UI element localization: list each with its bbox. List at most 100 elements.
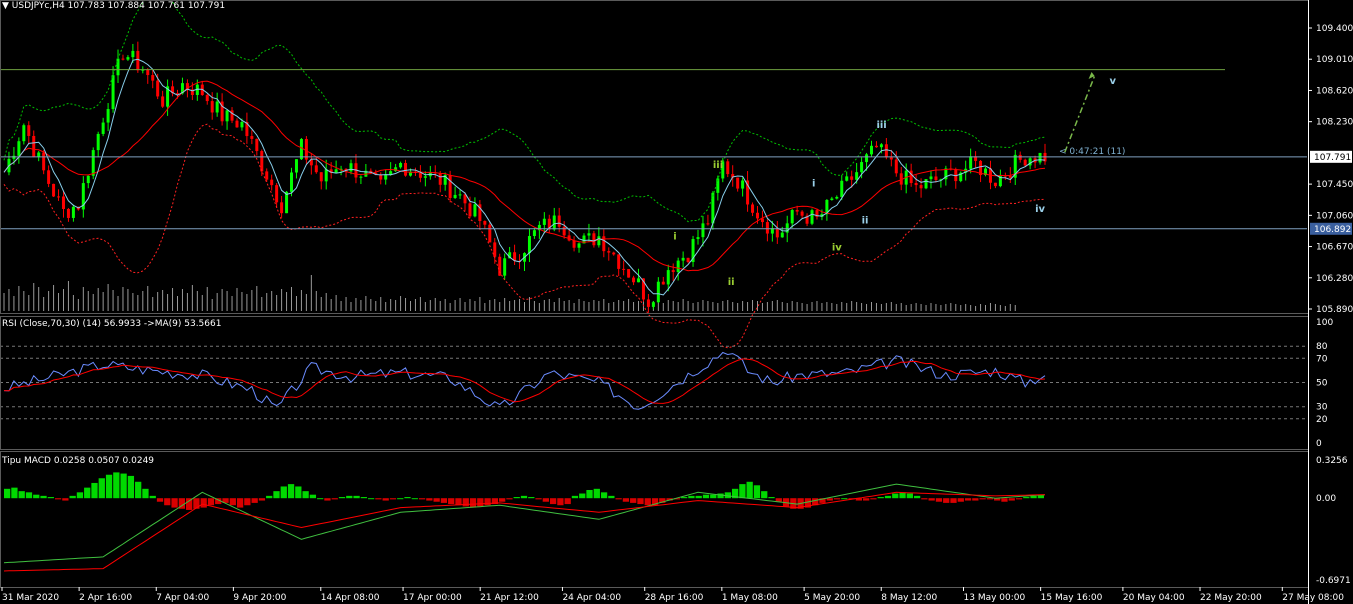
- candle-body: [845, 176, 849, 181]
- candle-body: [12, 155, 16, 159]
- rsi-tick-label: 20: [1316, 415, 1328, 425]
- candle-body: [627, 269, 631, 278]
- candle-body: [488, 224, 492, 243]
- ohlc-values: 107.783 107.884 107.761 107.791: [67, 1, 226, 11]
- macd-histogram-bar: [135, 481, 142, 499]
- candle-body: [592, 233, 596, 246]
- candle-body: [96, 133, 100, 151]
- x-tick-label: 1 May 08:00: [722, 593, 778, 603]
- wave-label: iv: [1035, 204, 1045, 215]
- macd-histogram-bar: [637, 498, 644, 505]
- candle-body: [37, 152, 41, 157]
- candle-body: [527, 236, 531, 254]
- candle-body: [71, 206, 75, 218]
- candle-body: [47, 170, 51, 184]
- rsi-line: [3, 351, 1046, 410]
- macd-histogram-bar: [331, 498, 338, 500]
- macd-histogram-bar: [1030, 495, 1037, 499]
- macd-histogram-bar: [688, 495, 695, 499]
- candle-body: [423, 176, 427, 178]
- macd-histogram-bar: [40, 495, 47, 499]
- macd-histogram-bar: [360, 497, 367, 499]
- macd-tick-label: 0.00: [1316, 494, 1336, 504]
- menu-dropdown-icon[interactable]: ▼: [2, 1, 9, 11]
- macd-histogram-bar: [564, 498, 571, 505]
- macd-signal-line: [3, 491, 1046, 572]
- macd-histogram-bar: [571, 495, 579, 499]
- x-tick-label: 17 Apr 00:00: [403, 593, 462, 603]
- macd-histogram-bar: [426, 498, 433, 501]
- rsi-tick-label: 100: [1316, 318, 1333, 328]
- x-tick-label: 22 May 20:00: [1200, 593, 1262, 603]
- macd-header: Tipu MACD 0.0258 0.0507 0.0249: [2, 456, 155, 466]
- candle-body: [483, 221, 487, 225]
- candle-body: [418, 172, 422, 178]
- candle-body: [61, 196, 65, 209]
- candle-body: [438, 173, 442, 185]
- y-tick-label: 107.450: [1316, 180, 1353, 190]
- bar-countdown: < 0:47:21 (11): [1059, 147, 1126, 157]
- macd-histogram-bar: [484, 498, 491, 506]
- candle-body: [646, 299, 650, 307]
- candle-body: [929, 176, 933, 180]
- wave-label: i: [812, 179, 815, 190]
- macd-histogram-bar: [448, 498, 455, 505]
- candle-body: [924, 179, 928, 189]
- candle-body: [587, 233, 591, 236]
- macd-histogram-bar: [630, 498, 637, 503]
- macd-histogram-bar: [520, 495, 528, 499]
- candle-body: [736, 177, 740, 189]
- candle-body: [225, 110, 229, 122]
- candle-body: [855, 172, 859, 180]
- x-tick-label: 7 Apr 04:00: [156, 593, 209, 603]
- x-tick-label: 14 Apr 08:00: [321, 593, 380, 603]
- bollinger-upper: [3, 0, 1046, 223]
- candle-body: [399, 163, 403, 168]
- macd-histogram-bar: [462, 498, 469, 507]
- symbol-header[interactable]: ▼ USDJPYc,H4 107.783 107.884 107.761 107…: [2, 1, 225, 11]
- macd-histogram-bar: [404, 497, 411, 499]
- candle-body: [458, 194, 462, 196]
- candle-body: [765, 222, 769, 234]
- macd-histogram-bar: [4, 488, 11, 499]
- candle-body: [696, 237, 700, 240]
- macd-histogram-bar: [338, 497, 346, 499]
- candle-body: [235, 120, 239, 128]
- candle-body: [359, 176, 363, 178]
- macd-histogram-bar: [535, 498, 542, 500]
- macd-histogram-bar: [411, 498, 418, 500]
- candle-body: [299, 138, 303, 160]
- candle-body: [874, 145, 878, 148]
- y-tick-label: 109.400: [1316, 24, 1353, 34]
- candle-body: [91, 150, 95, 176]
- candle-body: [840, 180, 844, 197]
- candle-body: [210, 101, 214, 113]
- candle-body: [666, 270, 670, 285]
- candle-body: [726, 161, 730, 175]
- candle-body: [17, 141, 21, 156]
- wave-label: v: [1109, 76, 1116, 87]
- candle-body: [830, 198, 834, 200]
- candle-body: [285, 191, 289, 214]
- macd-histogram-bar: [957, 498, 964, 502]
- macd-histogram-bar: [506, 498, 513, 500]
- candle-body: [57, 196, 61, 198]
- candle-body: [741, 180, 745, 189]
- macd-histogram-bar: [746, 481, 753, 499]
- candle-body: [552, 215, 556, 230]
- candle-body: [468, 203, 472, 217]
- candle-body: [751, 204, 755, 213]
- candle-body: [870, 145, 873, 155]
- pane-frame: [0, 451, 1309, 588]
- symbol-label: USDJPYc,H4: [11, 1, 65, 11]
- macd-histogram-bar: [98, 478, 105, 499]
- candle-body: [290, 172, 294, 192]
- candle-body: [651, 302, 655, 307]
- macd-histogram-bar: [62, 498, 69, 501]
- wave-label: ii: [862, 215, 869, 226]
- x-tick-label: 13 May 00:00: [964, 593, 1026, 603]
- candle-body: [810, 210, 814, 224]
- candle-body: [919, 185, 923, 189]
- candle-body: [934, 176, 938, 181]
- candle-body: [176, 93, 179, 95]
